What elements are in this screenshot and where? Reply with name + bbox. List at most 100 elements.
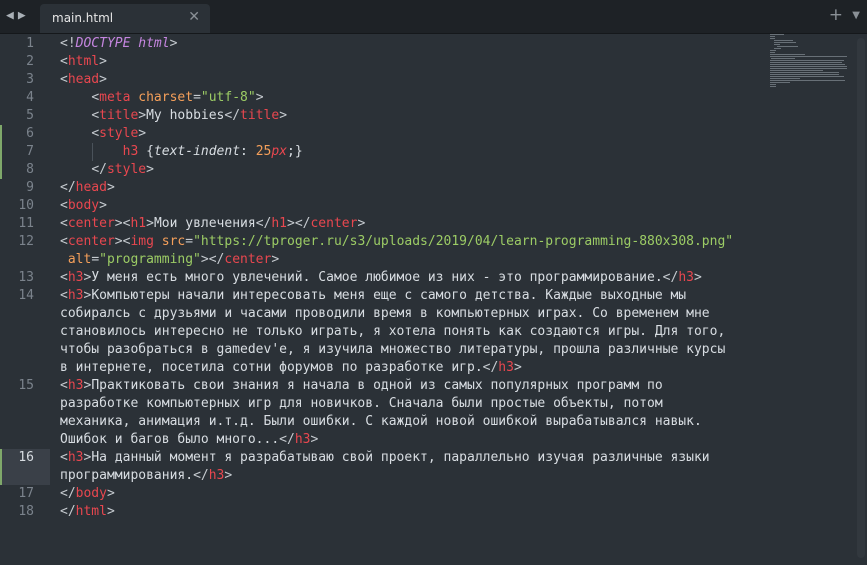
code-token: body	[67, 198, 100, 213]
line-number: 8	[26, 162, 34, 177]
minimap-line	[770, 60, 844, 61]
code-token: img	[130, 234, 154, 249]
code-token: center	[67, 234, 115, 249]
code-token: h3	[294, 432, 311, 447]
code-line[interactable]: <center><h1>Мои увлечения</h1></center>	[60, 215, 365, 233]
code-editor[interactable]: 1 2 3 4 5 6 7 8 9 10 11 12 13 14 15 16 17 18 <!DOCTYPE ht…	[0, 34, 867, 565]
code-token: >	[310, 432, 319, 447]
code-line[interactable]: alt="programming"></center>	[60, 251, 279, 269]
code-token: html	[138, 36, 170, 51]
minimap-line	[770, 80, 845, 81]
minimap-line	[770, 38, 776, 39]
line-number: 6	[26, 126, 34, 141]
code-line[interactable]: чтобы разобраться в gamedev'е, я изучила…	[60, 341, 725, 359]
code-token: механика, анимация и.т.д. Были ошибки. С…	[60, 414, 702, 429]
code-line[interactable]: <body>	[60, 197, 107, 215]
line-number: 17	[18, 486, 34, 501]
code-line[interactable]: </style>	[60, 161, 154, 179]
code-line[interactable]: </head>	[60, 179, 115, 197]
code-token: <	[60, 270, 68, 285]
line-number: 4	[26, 90, 34, 105]
modified-line-marker	[0, 467, 2, 485]
code-token: DOCTYPE	[75, 36, 131, 51]
code-token: ><	[114, 216, 131, 231]
tab-menu-icon[interactable]: ▼	[852, 10, 860, 21]
code-line[interactable]: <meta charset="utf-8">	[60, 89, 263, 107]
code-line[interactable]: <center><img src="https://tproger.ru/s3/…	[60, 233, 733, 251]
code-token: >	[106, 486, 115, 501]
code-token: My hobbies	[146, 108, 225, 123]
minimap-line	[773, 40, 794, 41]
code-line[interactable]: <head>	[60, 71, 107, 89]
code-token: title	[99, 108, 139, 123]
code-token: "https://tproger.ru/s3/uploads/2019/04/l…	[193, 234, 734, 249]
code-line[interactable]: <!DOCTYPE html>	[60, 35, 177, 53]
code-line[interactable]: механика, анимация и.т.д. Были ошибки. С…	[60, 413, 702, 431]
code-token: center	[310, 216, 358, 231]
code-token: alt	[67, 252, 92, 267]
code-line[interactable]: Ошибок и багов было много...</h3>	[60, 431, 318, 449]
code-token: >	[224, 468, 233, 483]
code-token: :	[240, 144, 256, 159]
code-line[interactable]: </html>	[60, 503, 115, 521]
minimap-line	[770, 58, 796, 59]
minimap-line	[770, 64, 845, 65]
code-token: <	[91, 108, 100, 123]
code-line[interactable]: <html>	[60, 53, 107, 71]
code-token: >	[146, 216, 154, 231]
new-tab-icon[interactable]: +	[829, 5, 843, 25]
code-token: h3	[208, 468, 225, 483]
line-number: 18	[18, 504, 34, 519]
code-token: html	[75, 504, 107, 519]
code-token: </	[193, 468, 209, 483]
code-line[interactable]: разработке компьютерных игр для новичков…	[60, 395, 663, 413]
code-token: Ошибок и багов было много...	[60, 432, 280, 447]
code-token: px	[271, 144, 287, 159]
code-token: >	[99, 198, 107, 213]
code-token: <	[60, 54, 68, 69]
code-token: <!	[60, 36, 76, 51]
code-token: На данный момент я разрабатываю свой про…	[91, 450, 710, 465]
line-number: 10	[18, 198, 34, 213]
code-token: <	[60, 216, 68, 231]
forward-arrow-icon[interactable]: ▶	[18, 8, 30, 23]
code-line[interactable]: собиралсь с друзьями и часами проводили …	[60, 305, 710, 323]
code-token: <	[60, 450, 68, 465]
line-number: 12	[18, 234, 34, 249]
back-arrow-icon[interactable]: ◀	[6, 8, 18, 23]
code-line[interactable]: <h3>На данный момент я разрабатываю свой…	[60, 449, 710, 467]
code-token: style	[99, 126, 139, 141]
minimap-line	[770, 82, 790, 83]
minimap-line	[777, 46, 798, 47]
code-token: body	[75, 486, 107, 501]
code-token: 25	[255, 144, 272, 159]
vertical-scrollbar[interactable]	[857, 38, 865, 558]
code-line[interactable]: программирования.</h3>	[60, 467, 232, 485]
minimap-line	[770, 62, 842, 63]
minimap[interactable]	[770, 34, 854, 94]
line-number: 13	[18, 270, 34, 285]
code-line[interactable]: <title>My hobbies</title>	[60, 107, 287, 125]
code-line[interactable]: <h3>У меня есть много увлечений. Самое л…	[60, 269, 702, 287]
code-line[interactable]: <h3>Практиковать свои знания я начала в …	[60, 377, 663, 395]
minimap-line	[773, 44, 780, 45]
code-line[interactable]: <h3>Компьютеры начали интересовать меня …	[60, 287, 686, 305]
code-line[interactable]: в интернете, посетила сотни форумов по р…	[60, 359, 522, 377]
code-token: <	[60, 288, 68, 303]
minimap-line	[770, 86, 777, 87]
code-line[interactable]: <style>	[60, 125, 146, 143]
minimap-line	[770, 74, 840, 75]
code-line[interactable]: h3 {text-indent: 25px;}	[60, 143, 303, 161]
code-token: center	[67, 216, 115, 231]
code-token: h3	[122, 144, 139, 159]
line-number: 2	[26, 54, 34, 69]
tab-main-html[interactable]: main.html ✕	[40, 4, 210, 33]
code-line[interactable]: становилось интересно не только играть, …	[60, 323, 725, 341]
code-token: >	[513, 360, 522, 375]
code-token: программирования.	[60, 468, 194, 483]
close-icon[interactable]: ✕	[188, 9, 200, 25]
minimap-line	[773, 48, 781, 49]
code-line[interactable]: </body>	[60, 485, 115, 503]
